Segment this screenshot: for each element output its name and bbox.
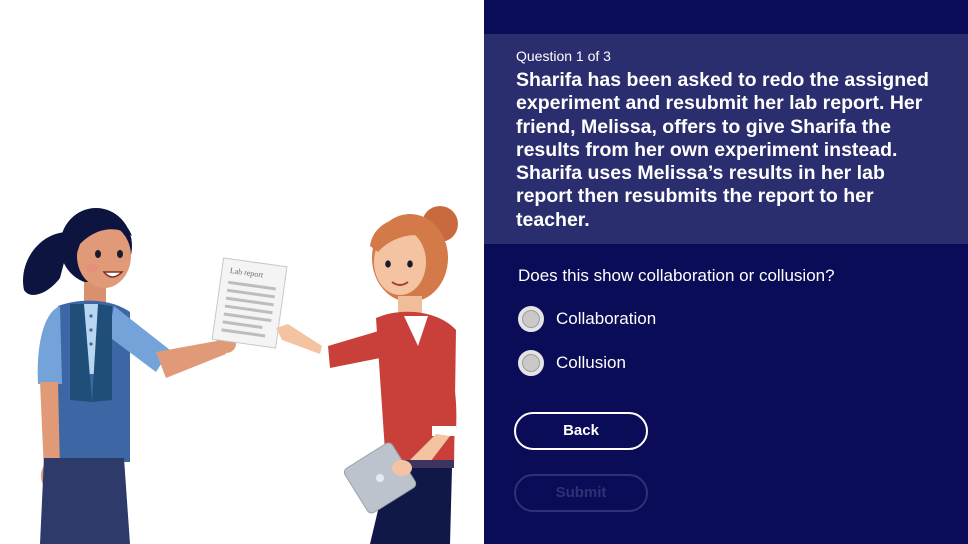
option-label: Collusion <box>556 353 626 372</box>
option-collaboration[interactable]: Collaboration <box>518 306 656 332</box>
radio-button[interactable] <box>518 306 544 332</box>
students-exchanging-lab-report-illustration: Lab report <box>23 206 458 544</box>
question-panel: Question 1 of 3 Sharifa has been asked t… <box>484 0 968 544</box>
question-prompt: Does this show collaboration or collusio… <box>518 266 835 285</box>
question-box: Question 1 of 3 Sharifa has been asked t… <box>484 34 968 244</box>
melissa-figure <box>276 206 458 544</box>
back-button[interactable]: Back <box>514 412 648 450</box>
radio-button[interactable] <box>518 350 544 376</box>
submit-button[interactable]: Submit <box>514 474 648 512</box>
illustration: Lab report <box>0 0 484 544</box>
lab-report-paper: Lab report <box>211 257 288 349</box>
option-collusion[interactable]: Collusion <box>518 350 626 376</box>
question-text: Sharifa has been asked to redo the assig… <box>516 69 929 231</box>
option-label: Collaboration <box>556 309 657 328</box>
question-counter: Question 1 of 3 <box>516 48 611 64</box>
sharifa-figure <box>23 208 236 544</box>
